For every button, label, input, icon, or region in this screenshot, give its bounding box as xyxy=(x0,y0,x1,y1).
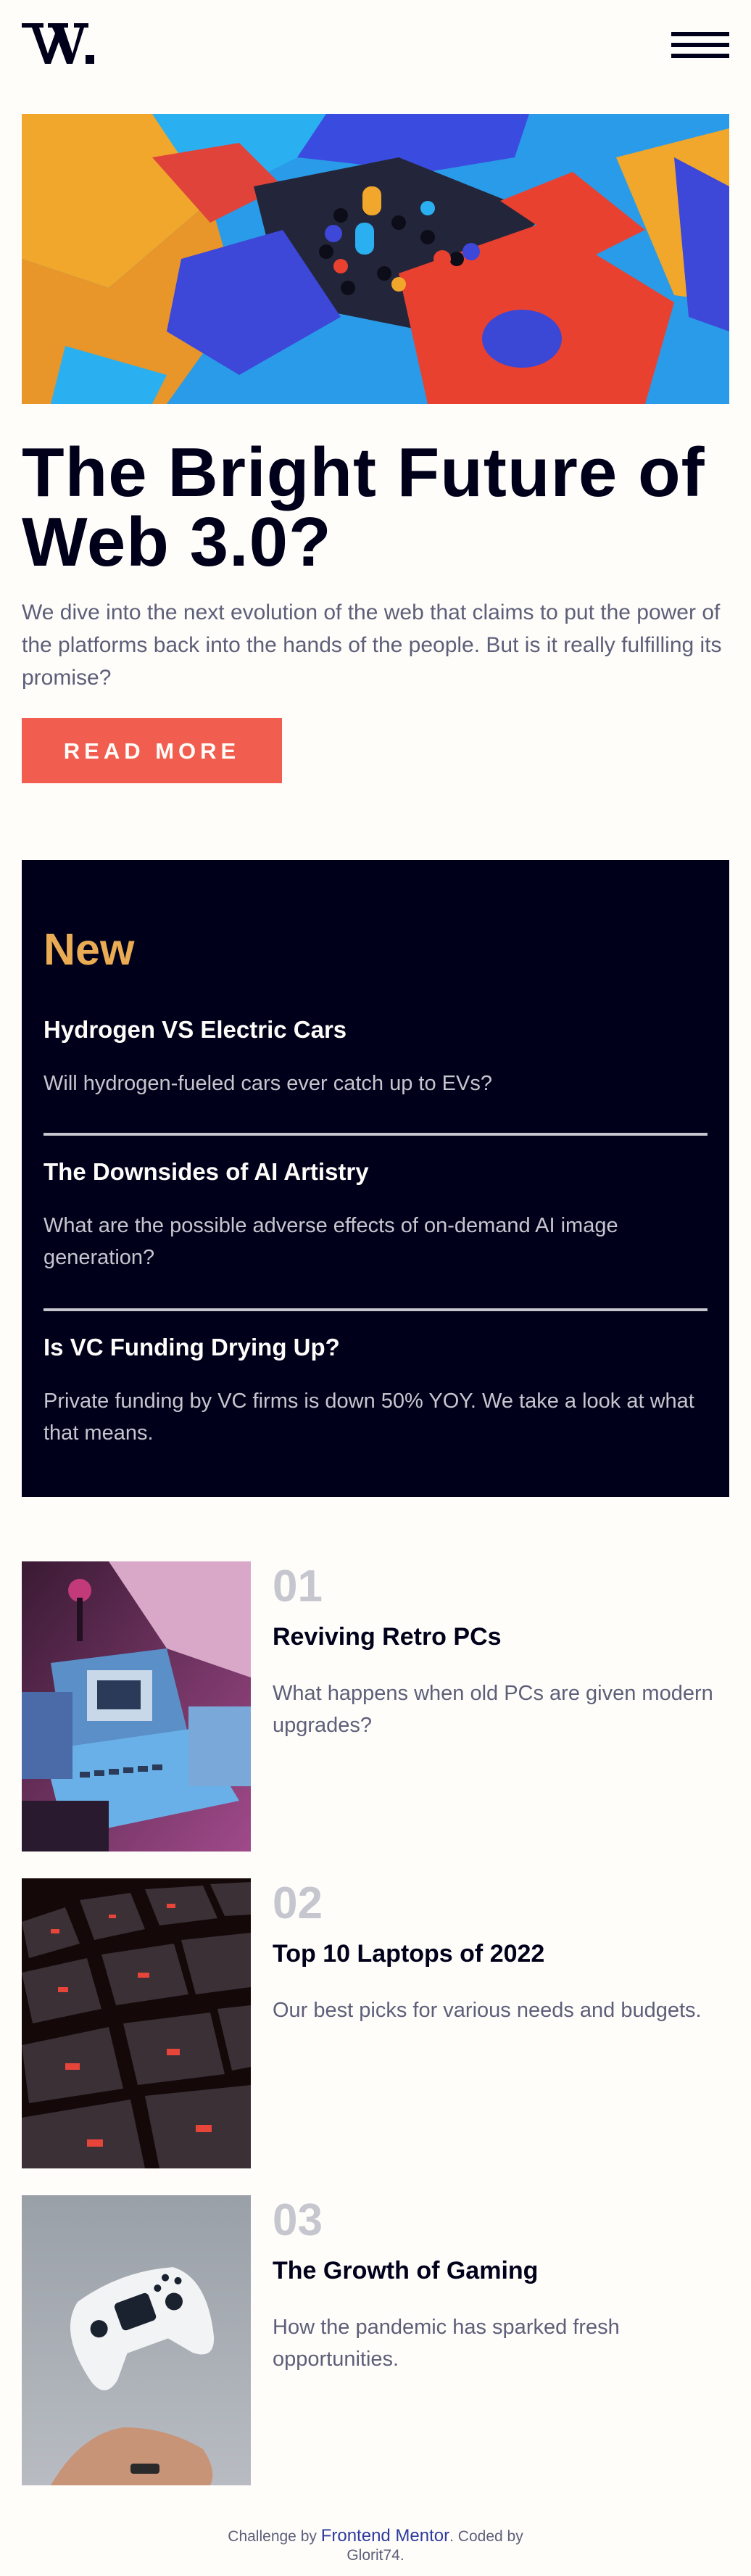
hero-description: We dive into the next evolution of the w… xyxy=(22,600,722,690)
new-item-title[interactable]: The Downsides of AI Artistry xyxy=(43,1157,708,1186)
article-title[interactable]: The Growth of Gaming xyxy=(273,2256,538,2285)
article-card: 02 Top 10 Laptops of 2022 Our best picks… xyxy=(22,1878,729,2168)
retro-pc-image[interactable] xyxy=(22,1561,251,1852)
hamburger-menu-icon[interactable] xyxy=(671,32,729,64)
author-link[interactable]: Glorit74 xyxy=(347,2547,400,2564)
footer-suffix: . xyxy=(399,2547,404,2564)
article-card: 03 The Growth of Gaming How the pandemic… xyxy=(22,2195,729,2485)
footer-prefix: Challenge by xyxy=(228,2528,321,2545)
site-header xyxy=(22,19,729,70)
divider xyxy=(43,1308,708,1311)
new-item-description: What are the possible adverse effects of… xyxy=(43,1214,618,1269)
w-logo-icon[interactable] xyxy=(22,19,94,68)
new-item: The Downsides of AI Artistry What are th… xyxy=(43,1157,708,1273)
hero-title: The Bright Future of Web 3.0? xyxy=(22,434,705,581)
article-description: Our best picks for various needs and bud… xyxy=(273,1999,702,2022)
read-more-button[interactable]: READ MORE xyxy=(22,718,282,783)
new-item-description: Private funding by VC firms is down 50% … xyxy=(43,1390,694,1445)
article-description: What happens when old PCs are given mode… xyxy=(273,1682,713,1737)
article-title[interactable]: Reviving Retro PCs xyxy=(273,1622,502,1651)
new-item-title[interactable]: Hydrogen VS Electric Cars xyxy=(43,1015,708,1044)
new-item: Is VC Funding Drying Up? Private funding… xyxy=(43,1333,708,1449)
footer-middle: . Coded by xyxy=(449,2528,523,2545)
new-item-title[interactable]: Is VC Funding Drying Up? xyxy=(43,1333,708,1362)
new-section-title: New xyxy=(43,925,135,974)
game-controller-image[interactable] xyxy=(22,2195,251,2485)
attribution: Challenge by Frontend Mentor. Coded by G… xyxy=(209,2527,542,2565)
article-number: 02 xyxy=(273,1878,323,1928)
article-number: 01 xyxy=(273,1561,323,1611)
page: The Bright Future of Web 3.0? We dive in… xyxy=(0,0,751,2576)
laptop-keyboard-image[interactable] xyxy=(22,1878,251,2168)
new-item-description: Will hydrogen-fueled cars ever catch up … xyxy=(43,1072,492,1095)
article-card: 01 Reviving Retro PCs What happens when … xyxy=(22,1561,729,1852)
article-title[interactable]: Top 10 Laptops of 2022 xyxy=(273,1939,544,1968)
frontend-mentor-link[interactable]: Frontend Mentor xyxy=(321,2526,449,2546)
site-footer: Challenge by Frontend Mentor. Coded by G… xyxy=(0,2527,751,2565)
new-item: Hydrogen VS Electric Cars Will hydrogen-… xyxy=(43,1015,708,1099)
divider xyxy=(43,1133,708,1136)
new-articles-panel: New Hydrogen VS Electric Cars Will hydro… xyxy=(22,860,729,1497)
article-description: How the pandemic has sparked fresh oppor… xyxy=(273,2316,620,2371)
article-number: 03 xyxy=(273,2195,323,2245)
abstract-3d-blocks-image xyxy=(22,114,729,404)
